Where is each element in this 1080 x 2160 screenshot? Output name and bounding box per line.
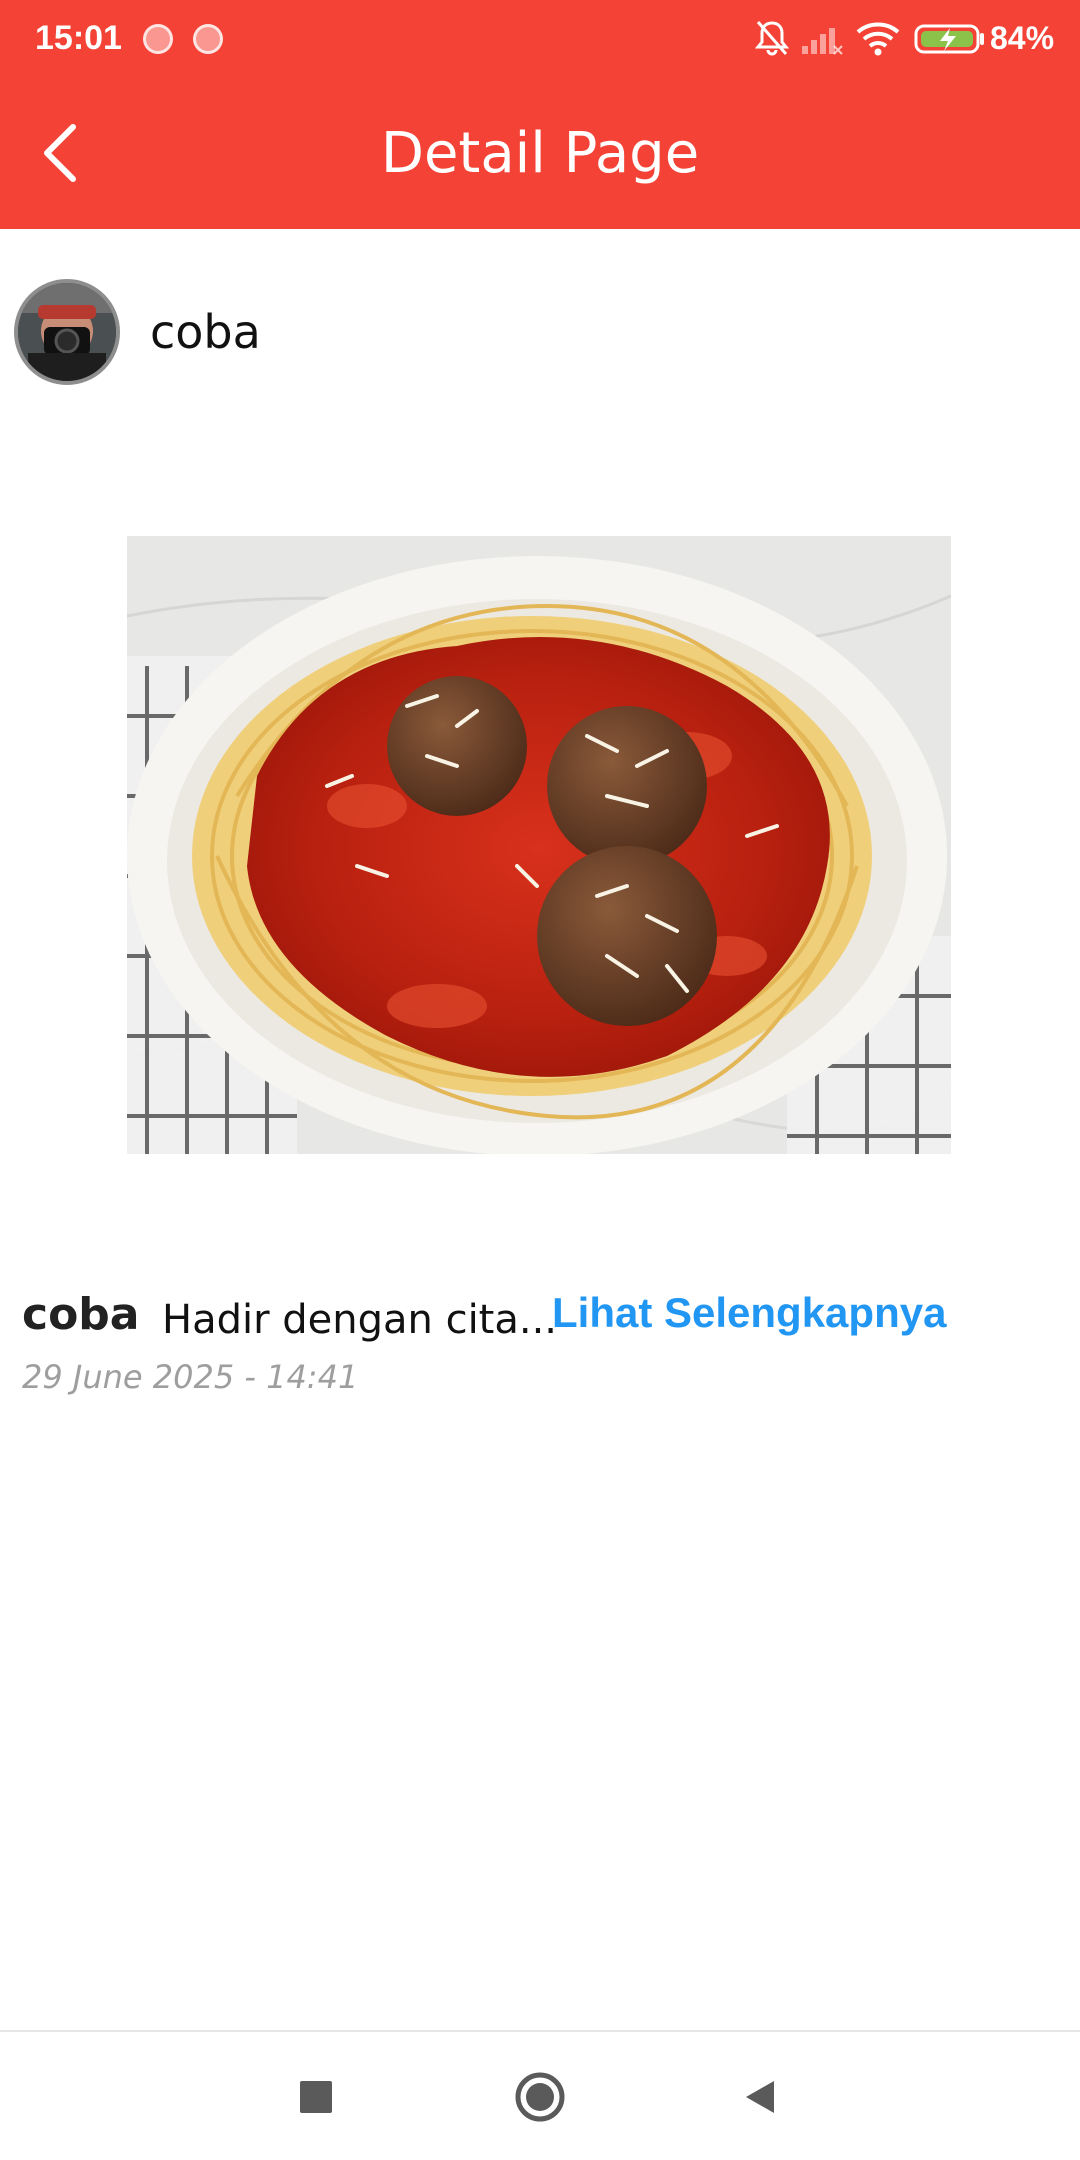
bell-off-icon xyxy=(754,21,790,56)
back-nav-button[interactable] xyxy=(730,2067,790,2127)
avatar[interactable] xyxy=(14,279,120,385)
status-bar: 15:01 84% xyxy=(0,0,1080,77)
wifi-icon xyxy=(856,22,900,56)
home-button[interactable] xyxy=(510,2067,570,2127)
app-bar: Detail Page xyxy=(0,77,1080,229)
signal-icon xyxy=(802,28,843,55)
chevron-left-icon xyxy=(44,124,76,182)
post-author-row[interactable]: coba xyxy=(14,278,261,386)
page-title: Detail Page xyxy=(380,120,700,186)
recent-apps-button[interactable] xyxy=(286,2067,346,2127)
back-button[interactable] xyxy=(20,109,100,197)
spaghetti-photo xyxy=(127,536,951,1154)
caption-username[interactable]: coba xyxy=(22,1289,140,1340)
avatar-photo-icon xyxy=(18,283,116,381)
notification-dot-icon xyxy=(193,24,223,54)
author-name[interactable]: coba xyxy=(150,305,261,359)
system-nav-bar xyxy=(0,2030,1080,2160)
recent-apps-icon xyxy=(300,2081,332,2113)
battery-percent: 84% xyxy=(990,20,1055,56)
notification-dot-icon xyxy=(143,24,173,54)
post-image[interactable] xyxy=(127,536,951,1154)
home-icon xyxy=(515,2072,565,2122)
status-time: 15:01 xyxy=(35,19,122,57)
post-date: 29 June 2025 - 14:41 xyxy=(22,1358,359,1396)
caption-text: Hadir dengan cita... xyxy=(162,1297,558,1343)
post-caption: coba Hadir dengan cita... Lihat Selengka… xyxy=(22,1285,1062,1355)
back-triangle-icon xyxy=(746,2081,774,2113)
see-more-link[interactable]: Lihat Selengkapnya xyxy=(552,1289,946,1337)
battery-charging-icon xyxy=(914,24,984,54)
